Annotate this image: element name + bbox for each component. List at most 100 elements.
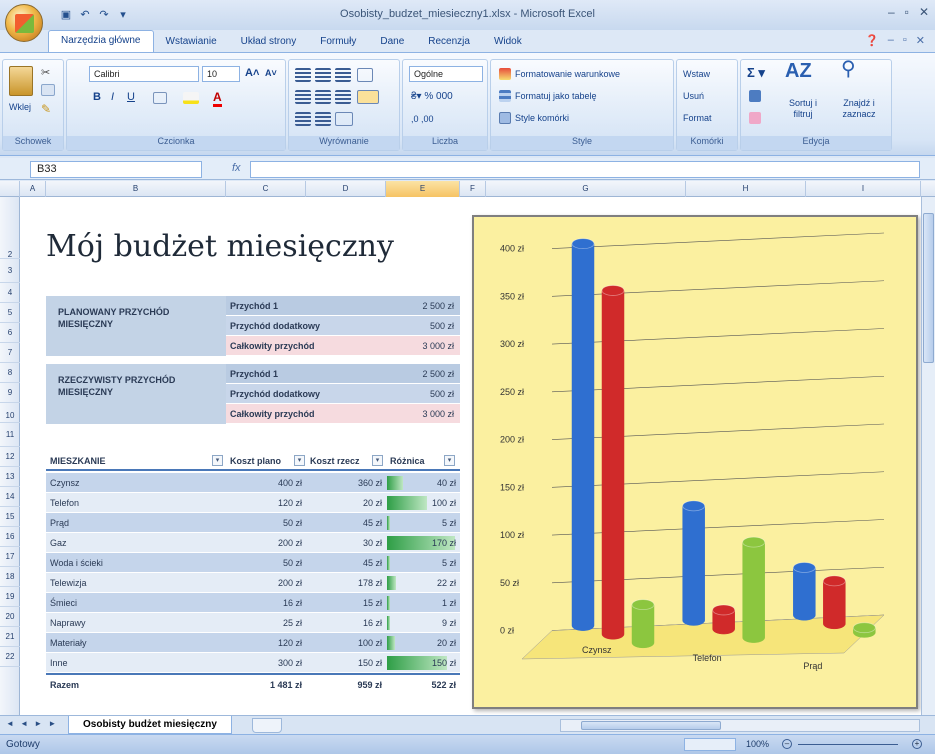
delete-cells-button[interactable]: Usuń — [683, 89, 704, 103]
chart-bar[interactable] — [823, 580, 846, 630]
view-buttons-icon[interactable] — [684, 738, 736, 751]
insert-cells-button[interactable]: Wstaw — [683, 67, 710, 81]
decimal-icon[interactable]: ,0 ,00 — [411, 112, 434, 126]
chart-bar[interactable] — [793, 567, 816, 621]
income-row[interactable]: Przychód dodatkowy 500 zł — [226, 384, 460, 404]
horizontal-scrollbar[interactable] — [560, 719, 920, 732]
income-row[interactable]: Przychód 1 2 500 zł — [226, 296, 460, 316]
table-row[interactable]: Gaz 200 zł 30 zł 170 zł — [46, 533, 460, 553]
sheet-tab-active[interactable]: Osobisty budżet miesięczny — [68, 716, 232, 734]
tab-home[interactable]: Narzędzia główne — [48, 30, 154, 52]
table-row[interactable]: Czynsz 400 zł 360 zł 40 zł — [46, 473, 460, 493]
table-row[interactable]: Śmieci 16 zł 15 zł 1 zł — [46, 593, 460, 613]
row-header[interactable]: 18 — [0, 567, 20, 587]
income-row[interactable]: Przychód dodatkowy 500 zł — [226, 316, 460, 336]
table-row[interactable]: Woda i ścieki 50 zł 45 zł 5 zł — [46, 553, 460, 573]
row-header[interactable]: 16 — [0, 527, 20, 547]
col-header-i[interactable]: I — [806, 181, 921, 197]
table-row[interactable]: Telewizja 200 zł 178 zł 22 zł — [46, 573, 460, 593]
row-header[interactable]: 9 — [0, 383, 20, 403]
row-header[interactable]: 20 — [0, 607, 20, 627]
tab-data[interactable]: Dane — [368, 32, 416, 52]
row-header[interactable]: 3 — [0, 259, 20, 283]
align-right-icon[interactable] — [335, 90, 351, 104]
row-header[interactable]: 17 — [0, 547, 20, 567]
tab-view[interactable]: Widok — [482, 32, 534, 52]
chart-bar[interactable] — [742, 541, 765, 643]
row-header[interactable]: 15 — [0, 507, 20, 527]
zoom-in-icon[interactable]: + — [912, 739, 922, 749]
clear-icon[interactable] — [749, 112, 761, 124]
filter-dropdown-icon[interactable]: ▾ — [212, 455, 223, 466]
zoom-level[interactable]: 100% — [746, 739, 769, 749]
sheet-nav-arrows[interactable]: ◄ ◄ ► ► — [6, 719, 58, 728]
format-painter-icon[interactable]: ✎ — [41, 102, 55, 116]
align-middle-icon[interactable] — [315, 68, 331, 82]
row-header[interactable]: 4 — [0, 283, 20, 303]
row-header[interactable]: 21 — [0, 627, 20, 647]
chart-bar[interactable] — [631, 604, 655, 649]
cut-icon[interactable]: ✂ — [41, 66, 55, 79]
grow-font-icon[interactable]: A˄ — [245, 66, 259, 80]
doc-minimize-icon[interactable]: – — [888, 34, 894, 47]
sort-filter-button[interactable]: Sortuj i filtruj — [779, 98, 827, 120]
align-top-icon[interactable] — [295, 68, 311, 82]
number-format-select[interactable]: Ogólne — [409, 66, 483, 82]
bold-icon[interactable]: B — [93, 90, 101, 104]
filter-dropdown-icon[interactable]: ▾ — [294, 455, 305, 466]
shrink-font-icon[interactable]: A˅ — [265, 66, 277, 80]
minimize-icon[interactable]: – — [888, 5, 895, 19]
borders-icon[interactable] — [153, 92, 167, 104]
row-header[interactable]: 8 — [0, 363, 20, 383]
income-row[interactable]: Przychód 1 2 500 zł — [226, 364, 460, 384]
font-color-icon[interactable]: A — [213, 90, 222, 107]
table-row[interactable]: Telefon 120 zł 20 zł 100 zł — [46, 493, 460, 513]
copy-icon[interactable] — [41, 84, 55, 96]
row-header[interactable]: 7 — [0, 343, 20, 363]
insert-sheet-icon[interactable] — [252, 718, 282, 733]
doc-close-icon[interactable]: ✕ — [916, 34, 925, 47]
conditional-format-button[interactable]: Formatowanie warunkowe — [515, 67, 620, 81]
autosum-icon[interactable]: Σ ▾ — [747, 66, 765, 80]
col-header-g[interactable]: G — [486, 181, 686, 197]
align-center-icon[interactable] — [315, 90, 331, 104]
table-row[interactable]: Materiały 120 zł 100 zł 20 zł — [46, 633, 460, 653]
col-header-h[interactable]: H — [686, 181, 806, 197]
name-box[interactable]: B33 — [30, 161, 202, 178]
worksheet-grid[interactable]: A B C D E F G H I 2 3 4 5 6 7 8 9 10 11 12 13 14 15 16… — [0, 181, 935, 715]
table-row[interactable]: Prąd 50 zł 45 zł 5 zł — [46, 513, 460, 533]
row-header[interactable]: 22 — [0, 647, 20, 667]
filter-dropdown-icon[interactable]: ▾ — [444, 455, 455, 466]
horizontal-scroll-thumb[interactable] — [581, 721, 721, 730]
cell-styles-button[interactable]: Style komórki — [515, 111, 569, 125]
underline-icon[interactable]: U — [127, 90, 135, 104]
column-chart[interactable]: 0 zł 50 zł 100 zł 150 zł 200 zł 250 zł 300 zł 3… — [472, 215, 918, 709]
row-header[interactable]: 12 — [0, 447, 20, 467]
paste-icon[interactable] — [9, 66, 33, 96]
row-header[interactable]: 13 — [0, 467, 20, 487]
tab-page-layout[interactable]: Układ strony — [229, 32, 309, 52]
chart-bar[interactable] — [682, 505, 705, 626]
zoom-out-icon[interactable]: – — [782, 739, 792, 749]
table-row[interactable]: Inne 300 zł 150 zł 150 zł — [46, 653, 460, 673]
col-header-a[interactable]: A — [20, 181, 46, 197]
fill-icon[interactable] — [749, 90, 761, 102]
merge-center-icon[interactable] — [357, 90, 379, 104]
chart-bar[interactable] — [571, 243, 595, 631]
decrease-indent-icon[interactable] — [295, 112, 311, 126]
col-header-d[interactable]: D — [306, 181, 386, 197]
tab-review[interactable]: Recenzja — [416, 32, 482, 52]
align-left-icon[interactable] — [295, 90, 311, 104]
select-all-corner[interactable] — [0, 181, 20, 197]
fill-color-icon[interactable] — [183, 92, 199, 104]
paste-button[interactable]: Wklej — [9, 100, 31, 114]
row-header[interactable]: 14 — [0, 487, 20, 507]
currency-icon[interactable]: ₴▾ % 000 — [411, 90, 453, 104]
col-header-e[interactable]: E — [386, 181, 460, 197]
tab-formulas[interactable]: Formuły — [308, 32, 368, 52]
income-row[interactable]: Całkowity przychód 3 000 zł — [226, 336, 460, 356]
vertical-scrollbar[interactable] — [921, 197, 935, 715]
format-cells-button[interactable]: Format — [683, 111, 712, 125]
insert-function-icon[interactable]: fx — [232, 162, 241, 174]
format-table-button[interactable]: Formatuj jako tabelę — [515, 89, 597, 103]
